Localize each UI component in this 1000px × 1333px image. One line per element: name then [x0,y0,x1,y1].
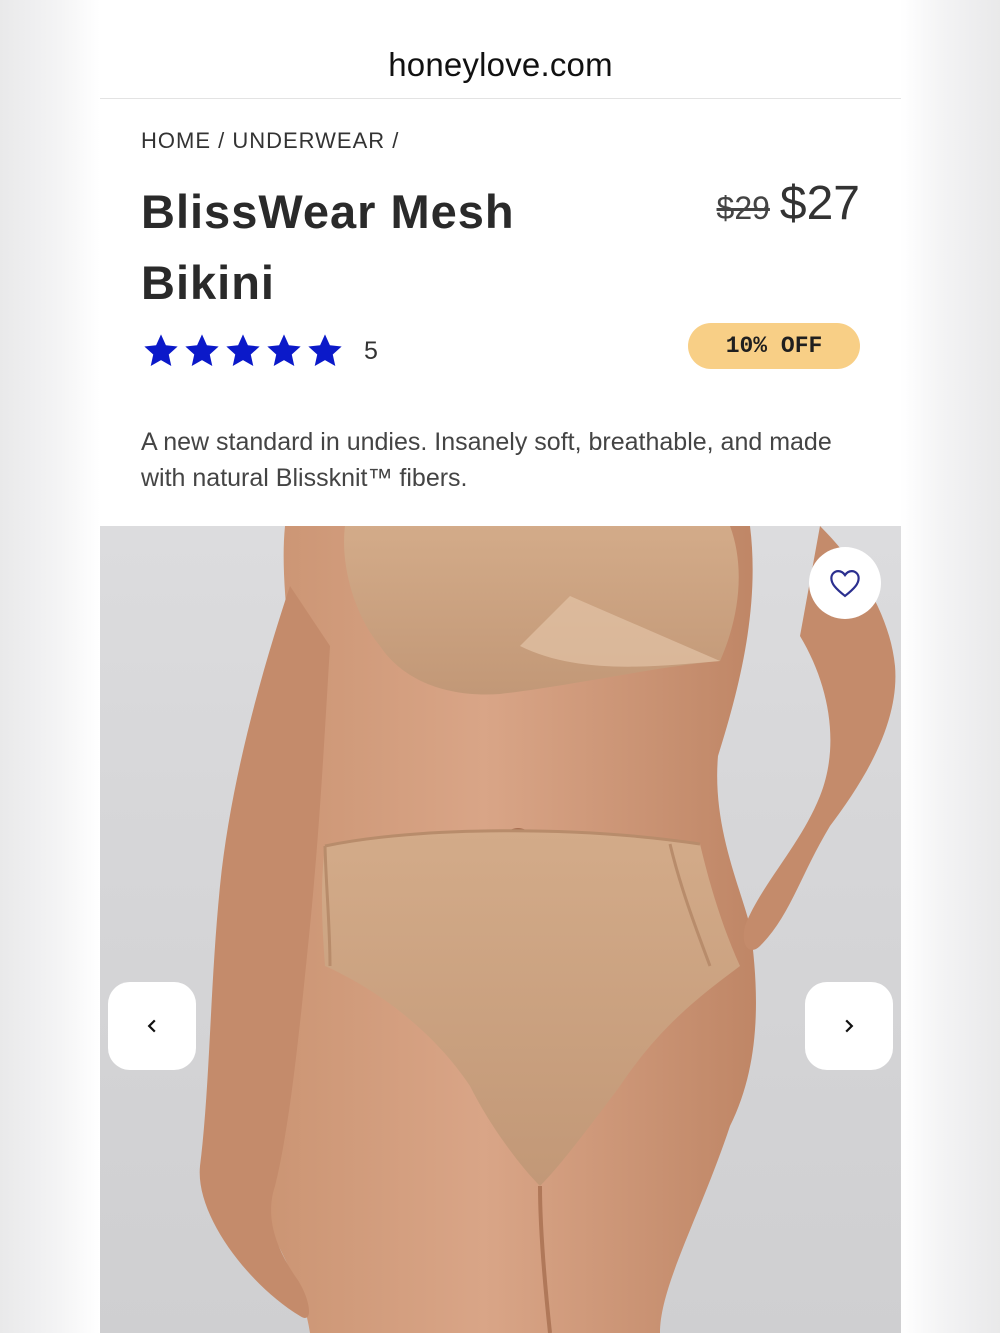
product-image-carousel[interactable] [100,526,901,1333]
breadcrumb[interactable]: HOME / UNDERWEAR / [141,128,399,154]
heart-outline-icon [830,570,860,598]
chevron-right-icon [845,1019,854,1033]
review-count[interactable]: 5 [364,337,378,366]
product-page: honeylove.com HOME / UNDERWEAR / BlissWe… [100,0,901,1333]
previous-image-button[interactable] [108,982,196,1070]
discount-badge: 10% OFF [688,323,860,369]
browser-address-bar[interactable]: honeylove.com [100,0,901,99]
sale-price: $27 [779,177,860,230]
product-photo [199,526,896,1333]
price: $29 $27 [717,176,860,231]
star-icon [267,334,301,367]
next-image-button[interactable] [805,982,893,1070]
favorite-button[interactable] [809,547,881,619]
product-description: A new standard in undies. Insanely soft,… [141,428,832,492]
star-icon [185,334,219,367]
star-icon [308,334,342,367]
star-icon [226,334,260,367]
chevron-left-icon [147,1019,156,1033]
product-title: BlissWear Mesh Bikini [141,185,515,309]
original-price: $29 [716,190,770,226]
star-icon [144,334,178,367]
url-text[interactable]: honeylove.com [100,46,901,84]
star-rating[interactable]: 5 [141,332,378,370]
